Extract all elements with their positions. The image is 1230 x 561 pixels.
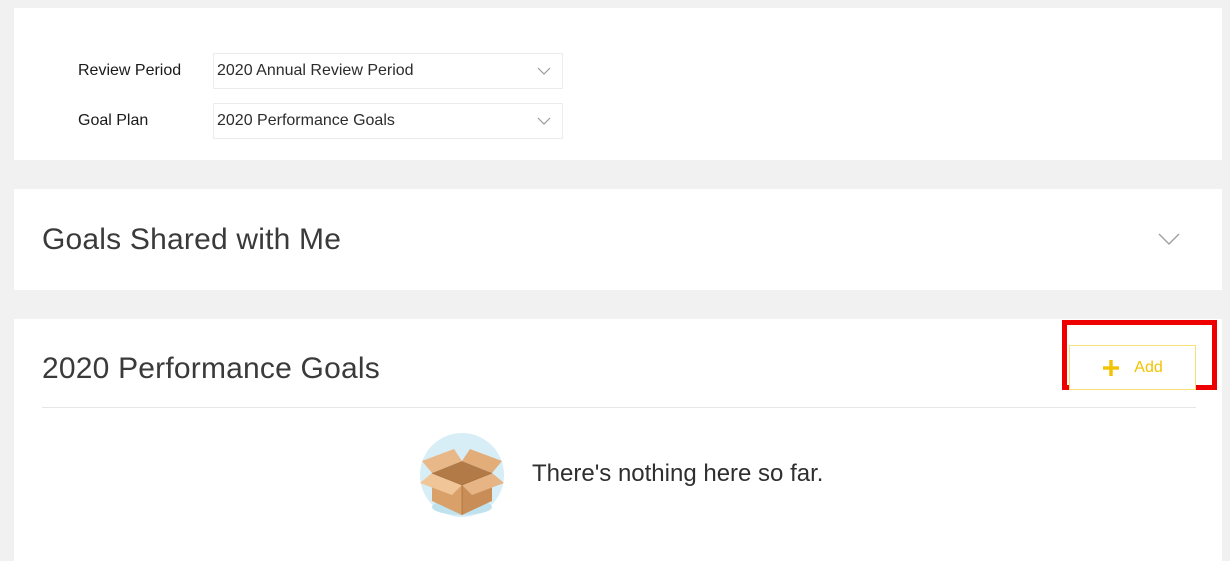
goal-plan-row: Goal Plan 2020 Performance Goals [78, 103, 563, 139]
goal-plan-label: Goal Plan [78, 112, 149, 129]
goal-plan-value: 2020 Performance Goals [217, 112, 395, 129]
goal-plan-select[interactable]: 2020 Performance Goals [213, 103, 563, 139]
open-box-icon [414, 429, 510, 519]
performance-goals-panel: 2020 Performance Goals Add There's nothi… [14, 319, 1222, 561]
chevron-down-icon[interactable] [526, 103, 562, 139]
performance-goals-title: 2020 Performance Goals [42, 352, 380, 385]
filters-panel: Review Period 2020 Annual Review Period … [14, 8, 1222, 160]
chevron-down-icon[interactable] [1154, 227, 1184, 251]
plus-icon [1102, 359, 1120, 377]
empty-state-message: There's nothing here so far. [532, 460, 824, 487]
chevron-down-icon[interactable] [526, 53, 562, 89]
empty-state: There's nothing here so far. [414, 429, 823, 519]
shared-goals-panel: Goals Shared with Me [14, 189, 1222, 290]
review-period-value: 2020 Annual Review Period [217, 62, 414, 79]
section-divider [42, 407, 1196, 408]
review-period-select[interactable]: 2020 Annual Review Period [213, 53, 563, 89]
review-period-row: Review Period 2020 Annual Review Period [78, 53, 563, 89]
add-button-label: Add [1134, 358, 1163, 376]
review-period-label: Review Period [78, 62, 182, 79]
shared-goals-title: Goals Shared with Me [42, 223, 342, 256]
add-goal-button[interactable]: Add [1069, 345, 1196, 390]
